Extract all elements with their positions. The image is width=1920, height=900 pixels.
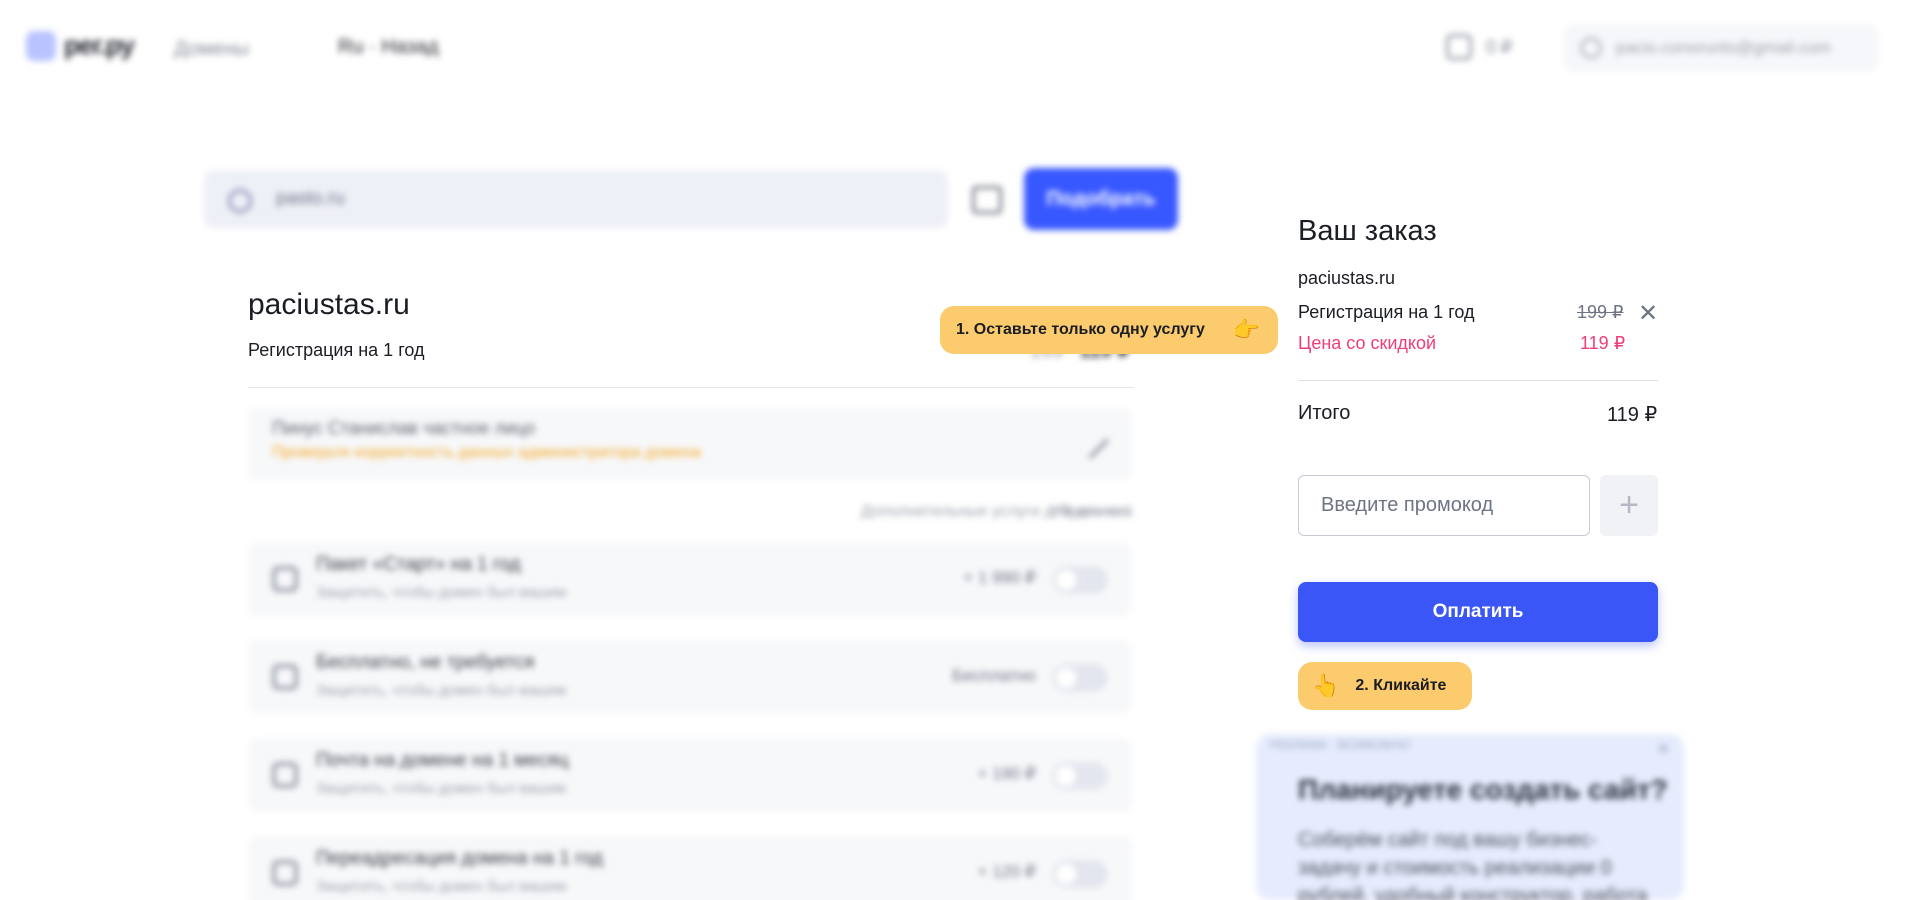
- addon-subtitle: Защитить, чтобы домен был вашим: [316, 682, 567, 699]
- addon-subtitle: Защитить, чтобы домен был вашим: [316, 780, 567, 797]
- addons-remove-all[interactable]: Убрать всё: [1050, 503, 1132, 521]
- account-email: pacio.conorunts@gmail.com: [1616, 38, 1831, 57]
- search-query: pasto.ru: [276, 188, 345, 209]
- addon-item: Бесплатно, не требуется Защитить, чтобы …: [248, 640, 1132, 714]
- section-label: Домены: [174, 38, 250, 60]
- owner-name: Пинус Станислав частное лицо: [272, 418, 536, 438]
- close-icon[interactable]: ×: [1657, 736, 1670, 762]
- remove-item-icon[interactable]: ✕: [1638, 302, 1658, 326]
- order-domain: paciustas.ru: [1298, 268, 1396, 288]
- hint-click: 👆 2. Кликайте: [1298, 662, 1472, 710]
- addon-toggle[interactable]: [1052, 762, 1108, 790]
- addon-price: Бесплатно: [952, 666, 1036, 685]
- addon-item: Пакет «Старт» на 1 год Защитить, чтобы д…: [248, 542, 1132, 616]
- addon-toggle[interactable]: [1052, 664, 1108, 692]
- logo-icon: [26, 30, 56, 61]
- addon-toggle[interactable]: [1052, 566, 1108, 594]
- edit-icon[interactable]: [1072, 422, 1110, 460]
- back-link[interactable]: Ru · Назад: [338, 36, 439, 59]
- search-icon: [228, 189, 252, 213]
- hint-text: 1. Оставьте только одну услугу: [956, 321, 1205, 338]
- divider: [248, 387, 1134, 388]
- addon-item: Переадресация домена на 1 год Защитить, …: [248, 836, 1132, 900]
- promo-banner[interactable]: РЕКЛАМА · ВОЗМОЖНО × Планируете создать …: [1256, 734, 1684, 900]
- owner-warning: Проверьте корректность данных администра…: [272, 444, 701, 461]
- banner-tag: РЕКЛАМА · ВОЗМОЖНО: [1270, 738, 1410, 752]
- pointing-up-icon: 👆: [1312, 673, 1340, 699]
- scan-icon[interactable]: [972, 186, 1002, 214]
- link-icon: [272, 860, 298, 886]
- addon-subtitle: Защитить, чтобы домен был вашим: [316, 878, 567, 895]
- addon-title: Пакет «Старт» на 1 год: [316, 554, 521, 575]
- site-header: peг.ру Домены Ru · Назад 0 ₽ pacio.conor…: [0, 0, 1920, 96]
- logo[interactable]: peг.ру: [26, 30, 135, 61]
- hint-keep-one-service: 1. Оставьте только одну услугу 👉: [940, 306, 1278, 354]
- mail-icon: [272, 762, 298, 788]
- addon-price: + 1 990 ₽: [963, 568, 1036, 587]
- hosting-icon: [272, 566, 298, 592]
- wallet[interactable]: 0 ₽: [1446, 34, 1512, 60]
- banner-text: Соберём сайт под вашу бизнес-задачу и ст…: [1298, 829, 1648, 900]
- account-menu[interactable]: pacio.conorunts@gmail.com: [1564, 24, 1878, 72]
- user-icon: [1580, 37, 1602, 59]
- addon-toggle[interactable]: [1052, 860, 1108, 888]
- pointing-right-icon: 👉: [1232, 317, 1261, 343]
- addon-title: Переадресация домена на 1 год: [316, 848, 603, 869]
- domain-search-field[interactable]: pasto.ru: [204, 170, 948, 228]
- banner-title: Планируете создать сайт?: [1298, 774, 1668, 805]
- discount-price: 119 ₽: [1580, 333, 1626, 353]
- logo-text: peг.ру: [64, 30, 135, 60]
- promo-add-button[interactable]: +: [1600, 475, 1658, 536]
- addon-price: + 190 ₽: [977, 764, 1036, 783]
- order-title: Ваш заказ: [1298, 215, 1437, 247]
- domain-registration: Регистрация на 1 год: [248, 340, 425, 360]
- promo-code-input[interactable]: [1298, 475, 1590, 536]
- pay-button[interactable]: Оплатить: [1298, 582, 1658, 642]
- order-line-label: Регистрация на 1 год: [1298, 302, 1475, 322]
- order-old-price: 199 ₽: [1577, 302, 1624, 322]
- hint-text: 2. Кликайте: [1355, 677, 1447, 694]
- domain-title: paciustas.ru: [248, 288, 410, 321]
- total-label: Итого: [1298, 402, 1351, 424]
- wallet-icon: [1446, 34, 1472, 60]
- wallet-balance: 0 ₽: [1486, 36, 1513, 57]
- discount-label: Цена со скидкой: [1298, 333, 1437, 353]
- owner-card: Пинус Станислав частное лицо Проверьте к…: [248, 408, 1132, 480]
- lock-icon: [272, 664, 298, 690]
- addon-price: + 120 ₽: [977, 862, 1036, 881]
- search-button[interactable]: Подобрать: [1024, 168, 1178, 230]
- addon-title: Почта на домене на 1 месяц: [316, 750, 569, 771]
- total-value: 119 ₽: [1607, 404, 1658, 426]
- addon-title: Бесплатно, не требуется: [316, 652, 535, 673]
- addon-subtitle: Защитить, чтобы домен был вашим: [316, 584, 567, 601]
- order-divider: [1298, 380, 1658, 381]
- addon-item: Почта на домене на 1 месяц Защитить, что…: [248, 738, 1132, 812]
